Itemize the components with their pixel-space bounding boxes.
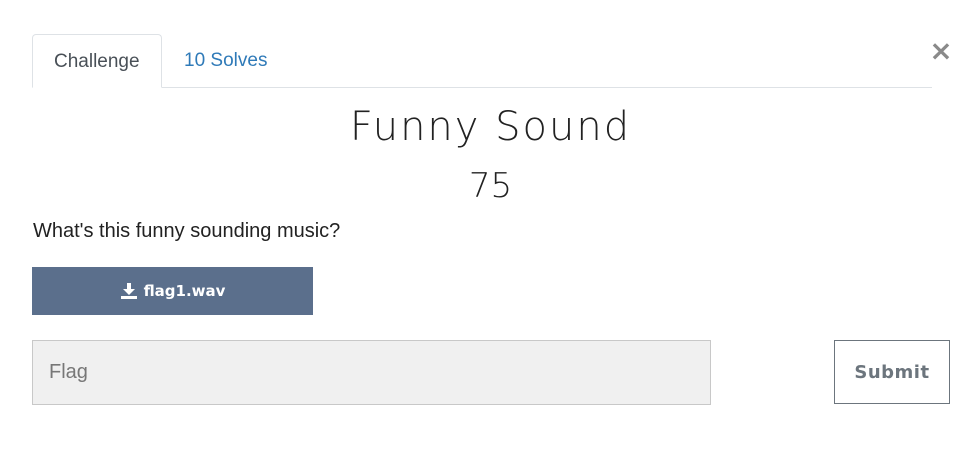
tab-solves-label: 10 Solves — [184, 50, 268, 71]
submit-button[interactable]: Submit — [834, 340, 950, 404]
tab-solves[interactable]: 10 Solves — [163, 34, 288, 86]
tab-bar: Challenge 10 Solves — [32, 34, 932, 88]
challenge-description: What's this funny sounding music? — [33, 220, 341, 242]
challenge-points: 75 — [468, 166, 513, 206]
flag-input[interactable] — [32, 340, 711, 405]
tab-challenge-label: Challenge — [54, 51, 140, 72]
challenge-title: Funny Sound — [349, 104, 632, 150]
file-name-label: flag1.wav — [143, 282, 226, 300]
close-icon: × — [929, 34, 953, 67]
download-file-button[interactable]: flag1.wav — [32, 267, 313, 315]
tab-challenge[interactable]: Challenge — [32, 34, 162, 88]
download-icon — [120, 282, 138, 300]
